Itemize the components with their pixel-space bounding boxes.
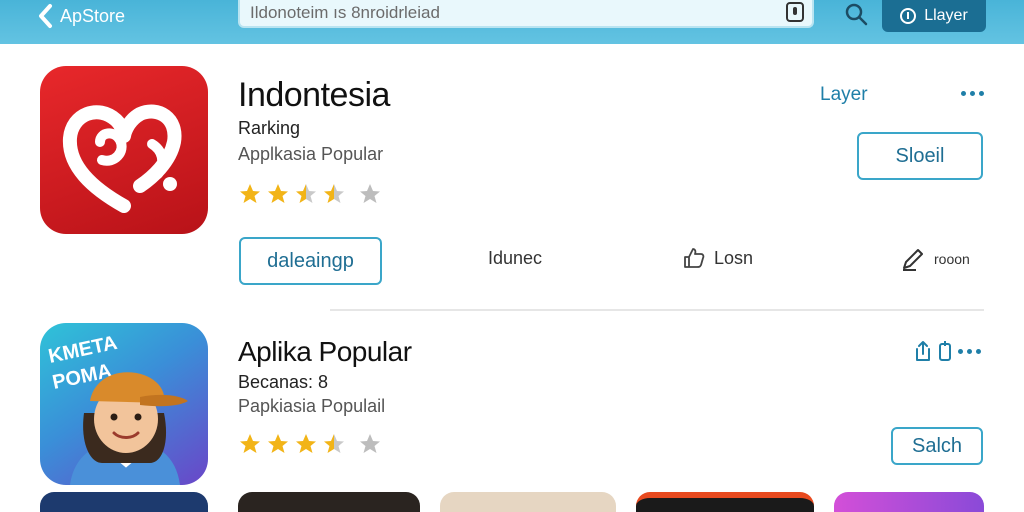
info-icon: [900, 8, 917, 24]
star-full-icon: [240, 184, 260, 203]
share-icon[interactable]: [914, 340, 932, 362]
search-box[interactable]: [238, 0, 814, 28]
back-label: ApStore: [60, 5, 126, 26]
star-half-icon: [296, 184, 316, 203]
divider: [330, 309, 984, 311]
app-2-toolbar: [914, 340, 981, 362]
app-category: Applkasia Popular: [238, 144, 384, 164]
star-full-icon: [268, 434, 288, 453]
action-3-label: rooon: [934, 251, 970, 267]
rating-stars: [238, 432, 382, 456]
top-action-label: Llayer: [924, 7, 968, 24]
heart-logo-icon: [62, 104, 182, 213]
star-half-icon: [324, 184, 344, 203]
more-icon[interactable]: [958, 348, 981, 354]
details-button[interactable]: daleaingp: [239, 237, 382, 285]
rating-stars: [238, 182, 382, 206]
action-1-label: Idunec: [488, 248, 543, 268]
more-icon[interactable]: [961, 91, 984, 96]
back-button[interactable]: ApStore: [36, 3, 125, 29]
bookmark-icon[interactable]: [938, 340, 952, 362]
star-empty-icon: [360, 184, 380, 203]
app-thumbnail[interactable]: [238, 492, 420, 512]
top-action-button[interactable]: Llayer: [882, 0, 986, 32]
side-link[interactable]: Layer: [820, 84, 868, 106]
app-thumbnail[interactable]: [440, 492, 616, 512]
top-bar: ApStore Llayer: [0, 0, 1024, 44]
star-full-icon: [268, 184, 288, 203]
app-thumbnail[interactable]: [834, 492, 984, 512]
app-subtitle: Rarking: [238, 118, 301, 138]
app-icon-2[interactable]: KMETA POMA: [40, 323, 208, 485]
star-full-icon: [240, 434, 260, 453]
get-button[interactable]: Salch: [891, 427, 983, 465]
star-full-icon: [296, 434, 316, 453]
action-1[interactable]: Idunec: [488, 248, 542, 269]
app-subtitle: Becanas: 8: [238, 372, 329, 392]
pencil-icon: [903, 249, 923, 271]
get-button[interactable]: Sloeil: [857, 132, 983, 180]
microphone-icon[interactable]: [786, 2, 804, 22]
app-thumbnail[interactable]: [40, 492, 208, 512]
app-category: Papkiasia Populail: [238, 396, 386, 416]
app-title: Indontesia: [238, 76, 390, 114]
action-2[interactable]: Losn: [682, 246, 753, 270]
app-thumbnail[interactable]: [636, 492, 814, 512]
avatar-illustration-icon: KMETA POMA: [46, 332, 188, 485]
star-half-icon: [324, 434, 344, 453]
chevron-left-icon: [39, 4, 52, 28]
search-icon[interactable]: [844, 2, 868, 26]
action-3[interactable]: rooon: [900, 246, 970, 272]
app-icon-1[interactable]: [40, 66, 208, 234]
star-empty-icon: [360, 434, 380, 453]
app-title: Aplika Popular: [238, 336, 412, 367]
thumbs-up-icon: [684, 248, 705, 268]
search-input[interactable]: [250, 2, 780, 24]
action-2-label: Losn: [714, 247, 754, 268]
